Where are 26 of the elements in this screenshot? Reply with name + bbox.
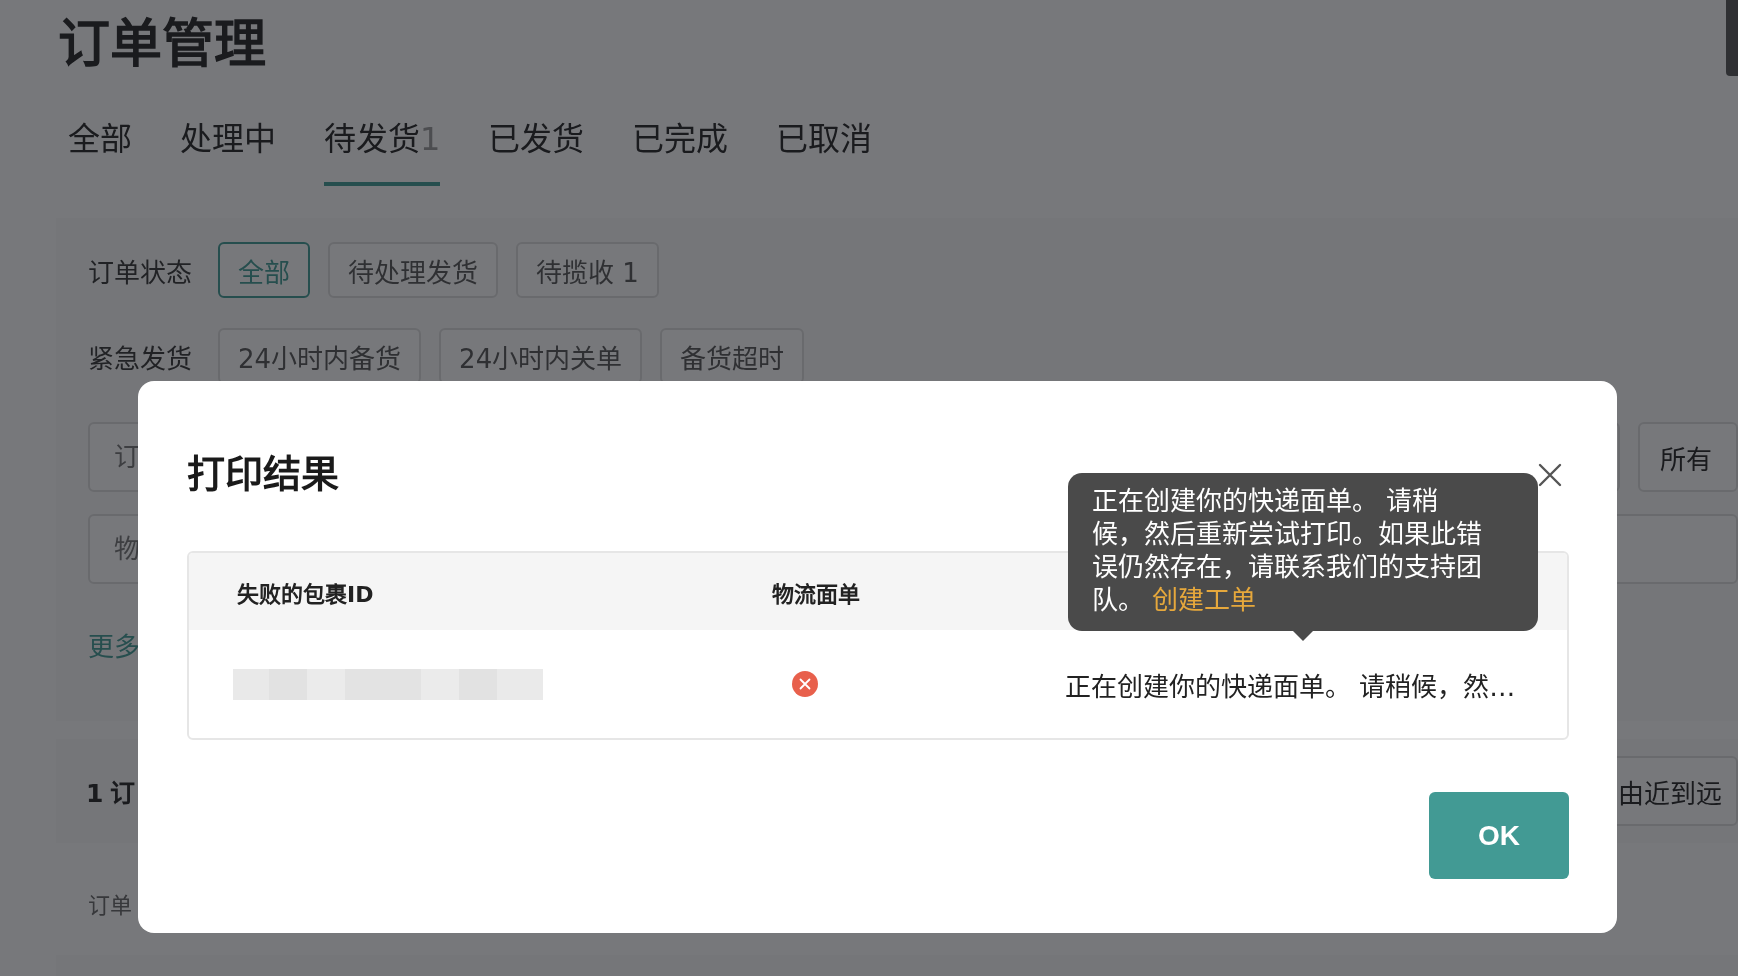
tab[interactable]: 已发货 xyxy=(488,116,585,186)
tab[interactable]: 已取消 xyxy=(776,116,873,186)
dialog-title: 打印结果 xyxy=(187,451,339,498)
create-ticket-link[interactable]: 创建工单 xyxy=(1152,585,1257,615)
filter-chip[interactable]: 待揽收 1 xyxy=(516,242,659,298)
tab[interactable]: 处理中 xyxy=(180,116,276,186)
filter-label: 订单状态 xyxy=(88,256,193,289)
tab[interactable]: 全部 xyxy=(68,116,132,186)
error-message: 正在创建你的快递面单。 请稍候，然… xyxy=(1065,670,1516,703)
close-icon[interactable] xyxy=(1537,462,1563,488)
tooltip-text: 正在创建你的快递面单。 请稍候，然后重新尝试打印。如果此错误仍然存在，请联系我们的支持团队。 创建工单 xyxy=(1092,485,1483,617)
filter-chip[interactable]: 全部 xyxy=(218,242,310,298)
ok-button[interactable]: OK xyxy=(1429,792,1569,879)
scope-select[interactable]: 所有 xyxy=(1638,422,1738,492)
filter-chip[interactable]: 24小时内关单 xyxy=(439,328,643,384)
order-count: 1 订 xyxy=(86,778,135,809)
filter-chip[interactable]: 待处理发货 xyxy=(328,242,498,298)
page-title: 订单管理 xyxy=(58,13,266,76)
tab[interactable]: 已完成 xyxy=(632,116,729,186)
filter-chip[interactable]: 备货超时 xyxy=(660,328,805,384)
column-header: 失败的包裹ID xyxy=(236,580,375,608)
more-link[interactable]: 更多 xyxy=(88,626,140,663)
filter-chip[interactable]: 24小时内备货 xyxy=(218,328,422,384)
column-header: 物流面单 xyxy=(772,580,861,608)
list-header: 订单 xyxy=(88,892,133,919)
filter-label: 紧急发货 xyxy=(88,342,193,375)
